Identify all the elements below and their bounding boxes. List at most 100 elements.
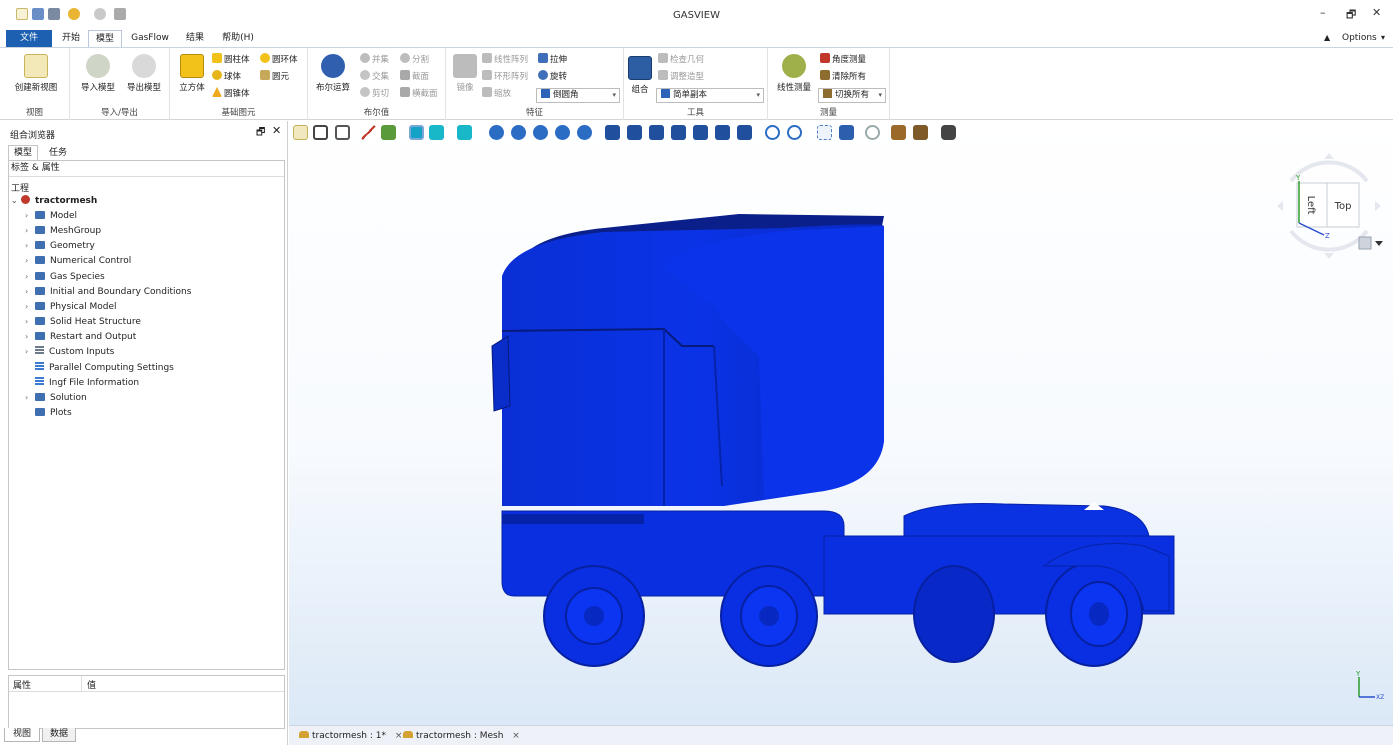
tab-results[interactable]: 结果 [180,30,210,47]
view-left-icon[interactable] [737,125,752,140]
tab-browser-model[interactable]: 模型 [8,145,38,160]
chevron-right-icon[interactable]: › [25,315,35,329]
tab-start[interactable]: 开始 [56,30,86,47]
tree-root-tractormesh[interactable]: ⌄ tractormesh [11,194,97,208]
3d-viewport[interactable]: Left Top Y Z Y XZ [289,121,1393,725]
intersect-button[interactable]: 交集 [360,70,389,84]
tree-item[interactable]: › Physical Model [25,300,117,314]
view-bottom-icon[interactable] [715,125,730,140]
extrude-button[interactable]: 拉伸 [538,53,567,67]
tree-item[interactable]: › Model [25,209,77,223]
view-menu-cube-icon[interactable] [1358,236,1372,250]
navigation-cube[interactable]: Left Top Y Z [1269,151,1389,263]
circular-array-button[interactable]: 环形阵列 [482,70,528,84]
circle-button[interactable]: 圆元 [260,70,289,84]
mirror-button[interactable]: 镜像 [450,54,480,93]
options-button[interactable]: Options [1342,33,1377,43]
visibility-eye-icon[interactable] [865,125,880,140]
axis-display-icon[interactable] [361,125,376,140]
tree-item[interactable]: › Gas Species [25,270,105,284]
rotate-ccw-icon[interactable] [765,125,780,140]
cube-button[interactable]: 立方体 [174,54,210,93]
tree-item[interactable]: › Initial and Boundary Conditions [25,285,191,299]
flat-view-icon[interactable] [429,125,444,140]
tractor-truck-model[interactable] [484,206,1184,676]
close-tab-icon[interactable]: × [512,731,520,741]
zoom-box-icon[interactable] [489,125,504,140]
simple-copy-dropdown[interactable]: 简单副本 ▾ [656,88,764,103]
cone-button[interactable]: 圆锥体 [212,87,250,101]
tree-item[interactable]: › Numerical Control [25,254,131,268]
tree-item[interactable]: Ingf File Information [25,376,139,390]
create-view-button[interactable]: 创建新视图 [10,54,62,93]
float-panel-icon[interactable]: 🗗 [256,125,265,142]
boolean-op-button[interactable]: 布尔运算 [312,54,354,93]
rotate-left-icon[interactable] [1277,201,1283,211]
revolve-button[interactable]: 旋转 [538,70,567,84]
tree-item[interactable]: › Custom Inputs [25,345,114,359]
tree-item[interactable]: › MeshGroup [25,224,101,238]
sphere-button[interactable]: 球体 [212,70,241,84]
chevron-right-icon[interactable]: › [25,285,35,299]
measure-clear-icon[interactable] [913,125,928,140]
combine-button[interactable]: 组合 [626,56,654,95]
chevron-right-icon[interactable]: › [25,209,35,223]
window-layout-icon[interactable] [313,125,328,140]
window-split-icon[interactable] [335,125,350,140]
zoom-icon[interactable] [511,125,526,140]
angle-measure-button[interactable]: 角度测量 [820,53,866,67]
doc-tab-tractormesh-mesh[interactable]: tractormesh : Mesh × [403,729,520,743]
view-front-icon[interactable] [627,125,642,140]
select-pointer-icon[interactable] [839,125,854,140]
chevron-right-icon[interactable]: › [25,330,35,344]
cross-section-button[interactable]: 横截面 [400,87,438,101]
tab-model[interactable]: 模型 [88,30,122,47]
tree-item[interactable]: Parallel Computing Settings [25,361,174,375]
render-mode-icon[interactable] [457,125,472,140]
chevron-right-icon[interactable]: › [25,391,35,405]
view-iso-icon[interactable] [605,125,620,140]
rotate-up-icon[interactable] [1324,153,1334,159]
tree-item[interactable]: › Restart and Output [25,330,136,344]
screenshot-camera-icon[interactable] [941,125,956,140]
measure-toggle-icon[interactable] [891,125,906,140]
doc-tab-tractormesh-1[interactable]: tractormesh : 1* × [299,729,402,743]
chevron-right-icon[interactable]: › [25,254,35,268]
toggle-all-dropdown[interactable]: 切换所有 ▾ [818,88,886,103]
bottom-tab-data[interactable]: 数据 [42,728,76,742]
restore-button[interactable]: 🗗 [1346,6,1356,25]
union-button[interactable]: 并集 [360,53,389,67]
export-model-button[interactable]: 导出模型 [122,54,166,93]
new-document-icon[interactable] [293,125,308,140]
rotate-down-icon[interactable] [1324,253,1334,259]
linear-array-button[interactable]: 线性阵列 [482,53,528,67]
view-rear-icon[interactable] [693,125,708,140]
options-chevron-icon[interactable]: ▾ [1381,33,1385,42]
chevron-right-icon[interactable]: › [25,300,35,314]
rotate-right-icon[interactable] [1375,201,1381,211]
view-right-icon[interactable] [671,125,686,140]
cut-button[interactable]: 剪切 [360,87,389,101]
tree-item[interactable]: › Geometry [25,239,95,253]
minimize-button[interactable]: – [1320,6,1326,19]
collapse-ribbon-icon[interactable]: ▲ [1324,33,1330,42]
chevron-right-icon[interactable]: › [25,239,35,253]
box-select-icon[interactable] [817,125,832,140]
tree-item[interactable]: Plots [25,406,72,420]
view-menu-chevron-icon[interactable] [1375,241,1383,246]
close-panel-icon[interactable]: ✕ [272,124,281,137]
torus-button[interactable]: 圆环体 [260,53,298,67]
tab-help[interactable]: 帮助(H) [216,30,260,47]
import-model-button[interactable]: 导入模型 [76,54,120,93]
zoom-out-icon[interactable] [555,125,570,140]
tab-browser-task[interactable]: 任务 [42,146,74,160]
view-top-icon[interactable] [649,125,664,140]
rotate-cw-icon[interactable] [787,125,802,140]
chevron-down-icon[interactable]: ⌄ [11,194,21,208]
bottom-tab-view[interactable]: 视图 [4,728,40,742]
split-button[interactable]: 分割 [400,53,429,67]
adjust-shape-button[interactable]: 调整造型 [658,70,704,84]
scale-button[interactable]: 缩放 [482,87,511,101]
linear-measure-button[interactable]: 线性测量 [772,54,816,93]
cylinder-button[interactable]: 圆柱体 [212,53,250,67]
